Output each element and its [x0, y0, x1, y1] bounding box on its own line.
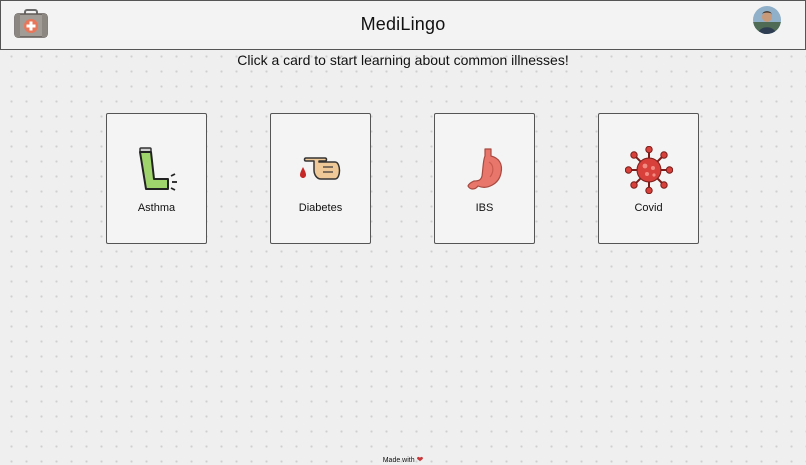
inhaler-icon: [133, 146, 181, 194]
virus-icon: [624, 145, 674, 195]
heart-icon: ❤: [416, 455, 424, 464]
card-diabetes[interactable]: Diabetes: [270, 113, 371, 244]
card-asthma[interactable]: Asthma: [106, 113, 207, 244]
card-label: IBS: [475, 202, 494, 214]
card-covid[interactable]: Covid: [598, 113, 699, 244]
card-label: Asthma: [137, 202, 176, 214]
app-title: MediLingo: [360, 14, 446, 34]
card-ibs[interactable]: IBS: [434, 113, 535, 244]
top-bar: MediLingo: [0, 0, 806, 50]
footer: Made with ❤: [0, 455, 806, 464]
stomach-icon: [461, 146, 509, 194]
card-label: Diabetes: [298, 202, 343, 214]
instruction-text: Click a card to start learning about com…: [237, 52, 569, 68]
footer-text: Made with: [382, 457, 415, 464]
user-avatar[interactable]: [753, 6, 781, 34]
card-label: Covid: [634, 202, 663, 214]
finger-blood-drop-icon: [297, 146, 345, 194]
